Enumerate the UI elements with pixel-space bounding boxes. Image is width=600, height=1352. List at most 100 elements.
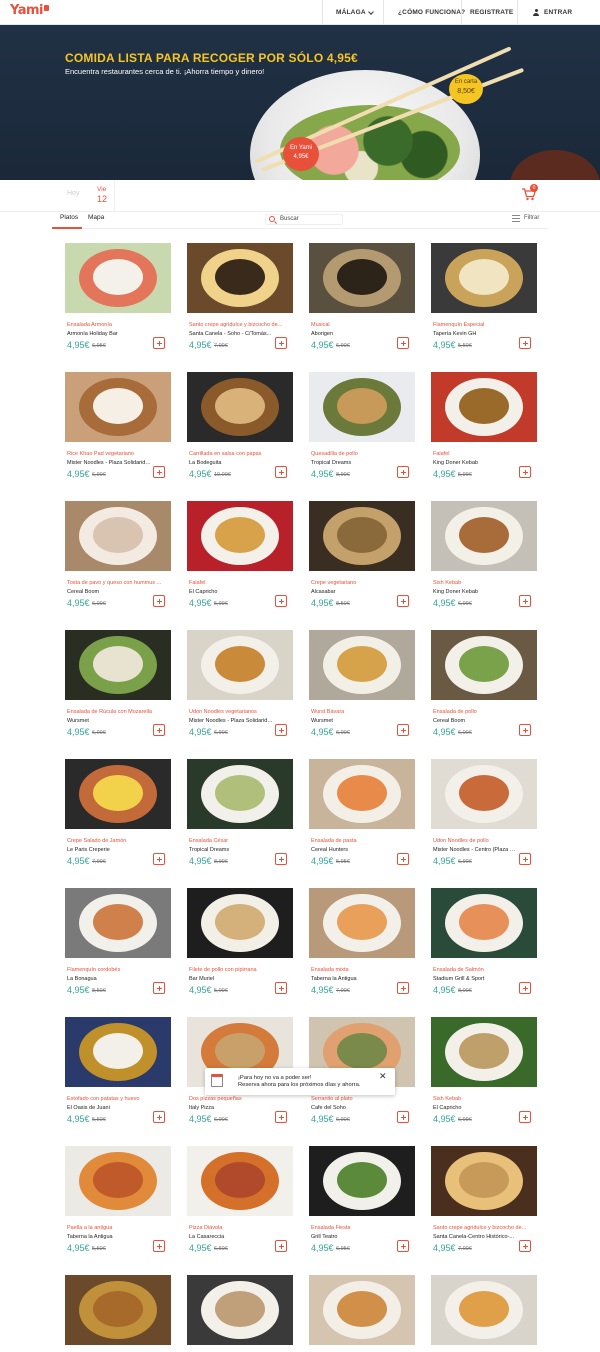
product-card[interactable]: Flamenquín cordobés La Bonagua 4,95€ 8,50€	[65, 888, 171, 1013]
product-image[interactable]	[431, 1017, 537, 1087]
add-to-cart-button[interactable]	[397, 1111, 409, 1123]
product-name[interactable]: Ensalada de Salmón	[433, 967, 533, 973]
product-card[interactable]: Crepe Salado de Jamón Le Paris Creperie 4,…	[65, 759, 171, 884]
add-to-cart-button[interactable]	[519, 1240, 531, 1252]
product-name[interactable]: Ensalada César	[189, 838, 289, 844]
product-image[interactable]	[309, 630, 415, 700]
tab-map[interactable]: Mapa	[88, 214, 104, 221]
product-card[interactable]: Falafel King Doner Kebab 4,95€ 5,99€	[431, 372, 537, 497]
product-image[interactable]	[187, 1146, 293, 1216]
add-to-cart-button[interactable]	[153, 337, 165, 349]
product-card[interactable]: Tosta de pavo y queso con hummus ... Cere…	[65, 501, 171, 626]
add-to-cart-button[interactable]	[519, 853, 531, 865]
product-image[interactable]	[431, 888, 537, 958]
add-to-cart-button[interactable]	[153, 724, 165, 736]
add-to-cart-button[interactable]	[153, 466, 165, 478]
product-name[interactable]: Ensalada Fiesta	[311, 1225, 411, 1231]
product-card[interactable]: Filete de pollo con pipirrana Bar Muriel 4…	[187, 888, 293, 1013]
product-name[interactable]: Falafel	[433, 451, 533, 457]
add-to-cart-button[interactable]	[275, 853, 287, 865]
product-card[interactable]: Ensalada de Rúcula con Mozarella Wursmet 4…	[65, 630, 171, 755]
product-card[interactable]: Sish Kebab El Capricho 4,95€ 6,99€	[431, 1017, 537, 1142]
product-image[interactable]	[309, 1146, 415, 1216]
add-to-cart-button[interactable]	[397, 724, 409, 736]
product-name[interactable]: Ensalada de pollo	[433, 709, 533, 715]
add-to-cart-button[interactable]	[275, 337, 287, 349]
filter-icon[interactable]	[512, 215, 520, 222]
product-image[interactable]	[65, 243, 171, 313]
add-to-cart-button[interactable]	[519, 337, 531, 349]
date-day-name[interactable]: Vie	[97, 186, 106, 193]
product-image[interactable]	[309, 1275, 415, 1345]
add-to-cart-button[interactable]	[153, 853, 165, 865]
close-icon[interactable]: ✕	[379, 1071, 387, 1082]
add-to-cart-button[interactable]	[275, 1240, 287, 1252]
product-image[interactable]	[187, 888, 293, 958]
product-image[interactable]	[309, 501, 415, 571]
product-image[interactable]	[187, 630, 293, 700]
product-name[interactable]: Flamenquín cordobés	[67, 967, 167, 973]
date-day-number[interactable]: 12	[97, 194, 107, 204]
product-name[interactable]: Filete de pollo con pipirrana	[189, 967, 289, 973]
product-image[interactable]	[187, 759, 293, 829]
add-to-cart-button[interactable]	[397, 1240, 409, 1252]
product-card[interactable]: Ensalada de Salmón Stadium Grill & Sport 4…	[431, 888, 537, 1013]
product-image[interactable]	[187, 501, 293, 571]
add-to-cart-button[interactable]	[519, 1111, 531, 1123]
product-card[interactable]: Udon Noodles vegetarianos Mister Noodles …	[187, 630, 293, 755]
product-name[interactable]: Flamenquín Especial	[433, 322, 533, 328]
product-name[interactable]: Udon Noodles vegetarianos	[189, 709, 289, 715]
product-image[interactable]	[309, 888, 415, 958]
product-name[interactable]: Ensalada de pasta	[311, 838, 411, 844]
product-image[interactable]	[65, 759, 171, 829]
product-card[interactable]: Santo crepe agridulce y bizcocho de... Sa…	[187, 243, 293, 368]
product-card[interactable]: Ensalada Fiesta Grill Teatro 4,95€ 6,95€	[309, 1146, 415, 1271]
product-card[interactable]: Estofado con patatas y huevo El Oasis de …	[65, 1017, 171, 1142]
product-image[interactable]	[431, 243, 537, 313]
product-card[interactable]: Ensalada de pasta Cereal Hunters 4,95€ 5,95…	[309, 759, 415, 884]
product-card[interactable]: Pizza Diávola La Casareccia 4,95€ 6,50€	[187, 1146, 293, 1271]
product-image[interactable]	[187, 1275, 293, 1345]
how-it-works-link[interactable]: ¿CÓMO FUNCIONA?	[398, 0, 465, 25]
product-name[interactable]: Sish Kebab	[433, 1096, 533, 1102]
product-name[interactable]: Paella a la antigua	[67, 1225, 167, 1231]
product-image[interactable]	[431, 1146, 537, 1216]
product-image[interactable]	[65, 372, 171, 442]
product-image[interactable]	[65, 1017, 171, 1087]
product-name[interactable]: Santo crepe agridulce y bizcocho de...	[189, 322, 289, 328]
product-image[interactable]	[431, 501, 537, 571]
product-name[interactable]: Udon Noodles de pollo	[433, 838, 533, 844]
product-name[interactable]: Falafel	[189, 580, 289, 586]
product-name[interactable]: Ensalada mixta	[311, 967, 411, 973]
add-to-cart-button[interactable]	[519, 724, 531, 736]
add-to-cart-button[interactable]	[397, 466, 409, 478]
add-to-cart-button[interactable]	[275, 982, 287, 994]
add-to-cart-button[interactable]	[153, 1111, 165, 1123]
product-image[interactable]	[309, 243, 415, 313]
login-link[interactable]: ENTRAR	[533, 0, 572, 25]
product-image[interactable]	[187, 372, 293, 442]
product-image[interactable]	[431, 372, 537, 442]
product-card[interactable]: Wurst Bávara Wursmet 4,95€ 6,00€	[309, 630, 415, 755]
add-to-cart-button[interactable]	[397, 853, 409, 865]
product-name[interactable]: Pizza Diávola	[189, 1225, 289, 1231]
add-to-cart-button[interactable]	[275, 595, 287, 607]
product-name[interactable]: Crepe vegetariano	[311, 580, 411, 586]
product-card[interactable]	[431, 1275, 537, 1352]
product-image[interactable]	[309, 759, 415, 829]
product-image[interactable]	[431, 1275, 537, 1345]
product-name[interactable]: Quesadilla de pollo	[311, 451, 411, 457]
product-name[interactable]: Santo crepe agridulce y bizcocho de...	[433, 1225, 533, 1231]
product-card[interactable]: Rice Khao Pad vegetariano Mister Noodles …	[65, 372, 171, 497]
product-card[interactable]: Carrillada en salsa con papas La Bodeguit…	[187, 372, 293, 497]
product-name[interactable]: Ensalada de Rúcula con Mozarella	[67, 709, 167, 715]
product-name[interactable]: Crepe Salado de Jamón	[67, 838, 167, 844]
product-card[interactable]: Udon Noodles de pollo Mister Noodles - Ce…	[431, 759, 537, 884]
add-to-cart-button[interactable]	[153, 595, 165, 607]
product-image[interactable]	[431, 759, 537, 829]
product-name[interactable]: Carrillada en salsa con papas	[189, 451, 289, 457]
product-name[interactable]: Sish Kebab	[433, 580, 533, 586]
add-to-cart-button[interactable]	[519, 595, 531, 607]
product-card[interactable]	[309, 1275, 415, 1352]
product-card[interactable]: Ensalada Armonía Armonía Holiday Bar 4,95€…	[65, 243, 171, 368]
